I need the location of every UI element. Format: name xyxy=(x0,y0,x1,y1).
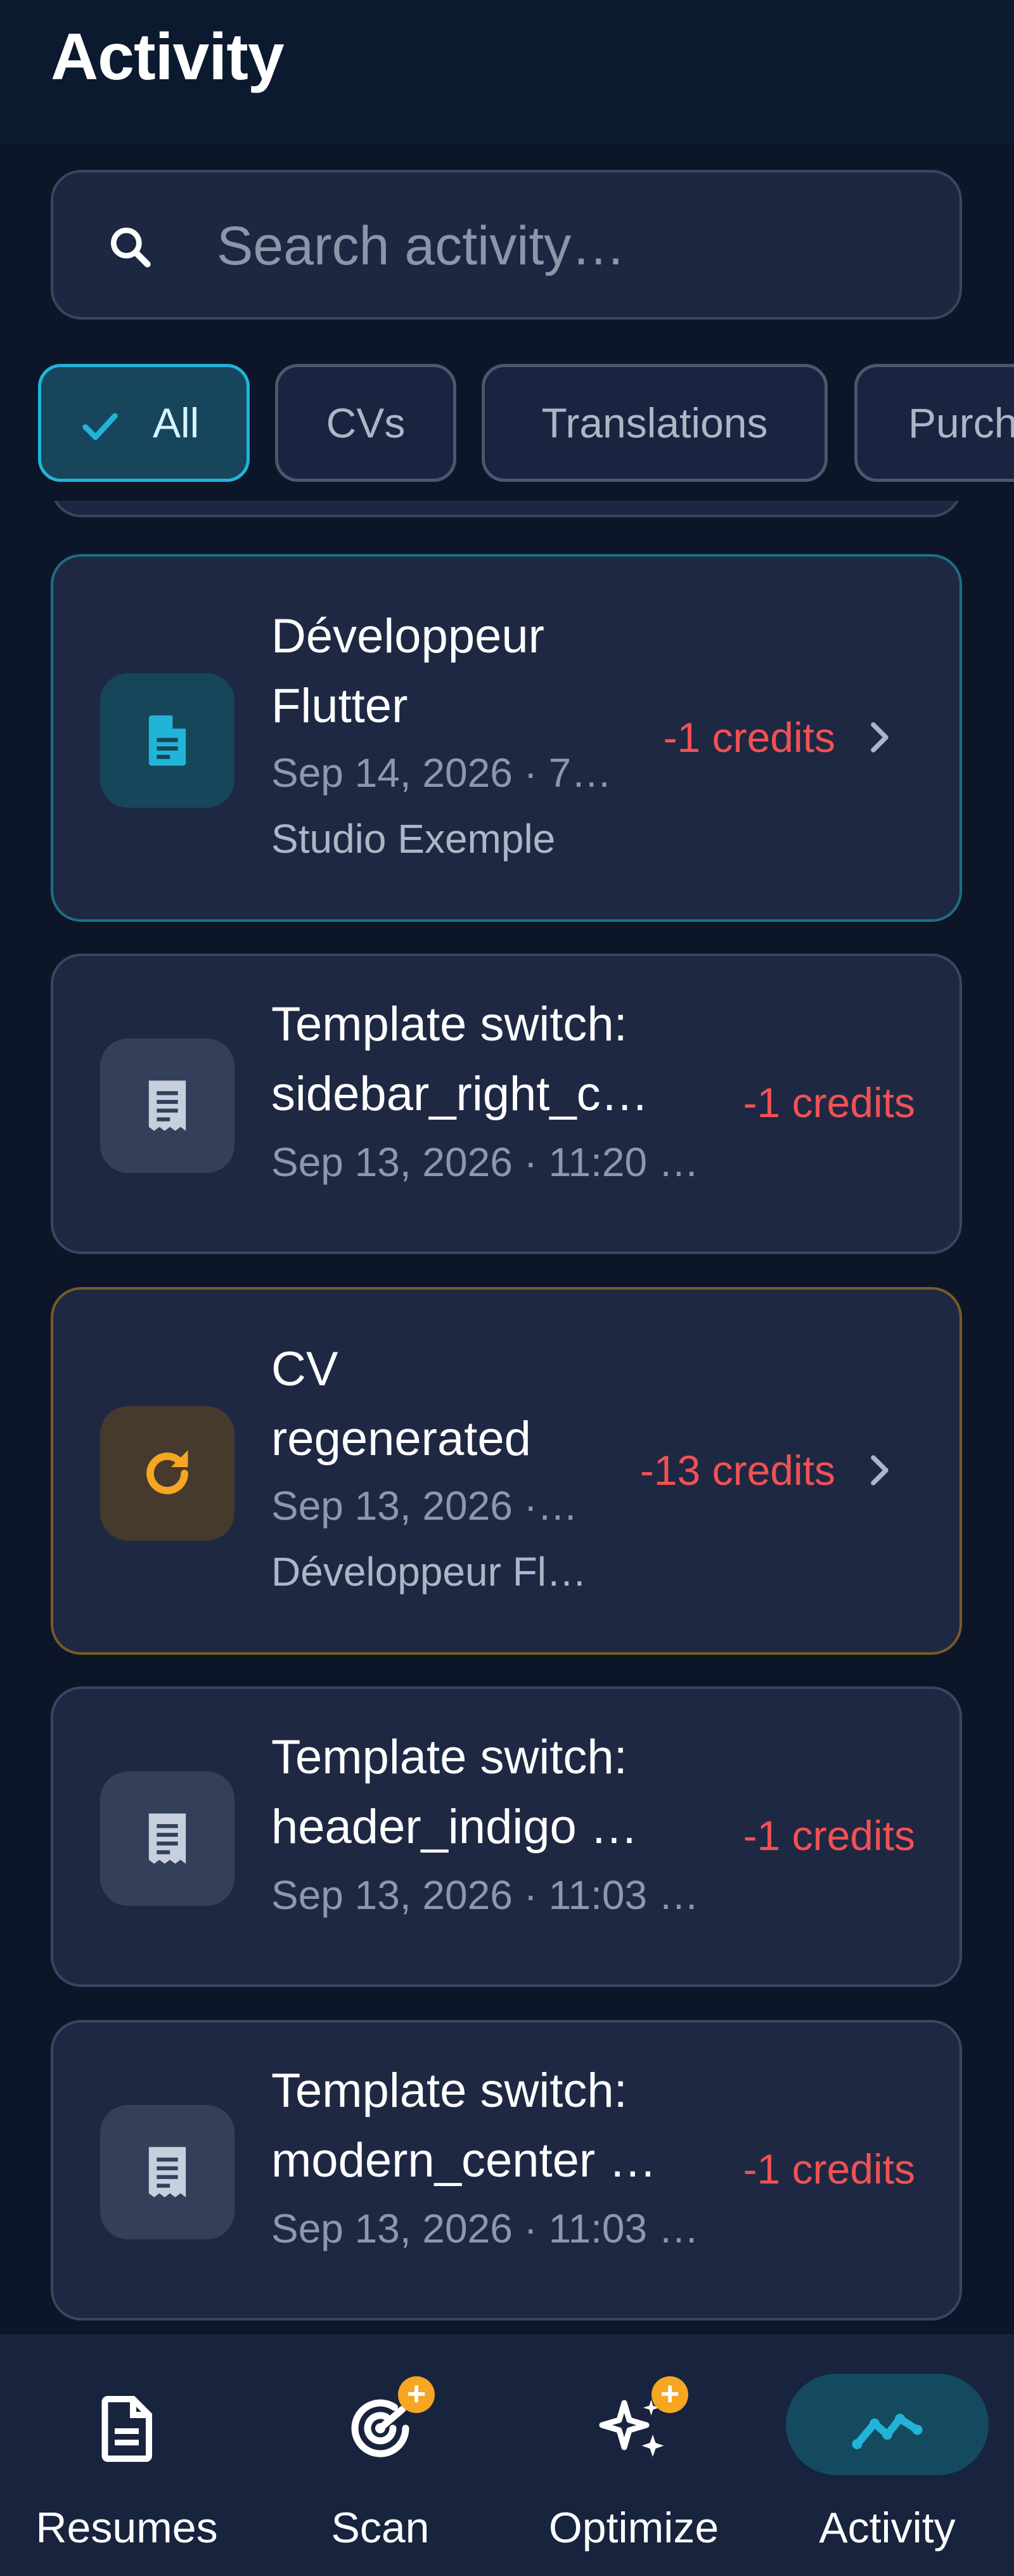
activity-icon xyxy=(100,2105,234,2239)
activity-card[interactable]: Développeur Flutter Sep 14, 2026 · 7:… S… xyxy=(51,554,962,922)
receipt-icon xyxy=(148,1080,186,1131)
filter-chip-cvs[interactable]: CVs xyxy=(275,364,456,482)
refresh-icon xyxy=(146,1450,188,1494)
chevron-right-icon xyxy=(871,722,889,753)
activity-date: Sep 13, 2026 · 11:03 … xyxy=(271,1872,699,1918)
activity-date: Sep 13, 2026 · 1… xyxy=(271,1483,588,1529)
activity-title: Flutter xyxy=(271,679,408,733)
receipt-icon xyxy=(148,2147,186,2197)
activity-icon xyxy=(100,1406,234,1541)
app-header: Activity xyxy=(0,0,1014,143)
activity-subtitle: Studio Exemple xyxy=(271,816,556,862)
check-icon xyxy=(82,413,118,440)
credits-amount: -1 credits xyxy=(663,714,835,761)
search-box[interactable] xyxy=(51,170,962,320)
activity-title: Template switch: xyxy=(271,2064,627,2118)
trend-line-icon xyxy=(852,2414,923,2449)
activity-title: sidebar_right_c… xyxy=(271,1067,649,1121)
activity-date: Sep 14, 2026 · 7:… xyxy=(271,750,613,796)
activity-card[interactable]: Template switch: sidebar_right_c… Sep 13… xyxy=(51,954,962,1254)
activity-icon xyxy=(100,673,234,808)
activity-card[interactable]: CV regenerated Sep 13, 2026 · 1… Dévelop… xyxy=(51,1287,962,1655)
activity-title: header_indigo … xyxy=(271,1800,638,1854)
activity-card[interactable]: Template switch: modern_center … Sep 13,… xyxy=(51,2020,962,2320)
filter-chip-label: Translations xyxy=(541,399,768,446)
activity-title: CV xyxy=(271,1342,338,1396)
credits-amount: -1 credits xyxy=(743,1812,915,1859)
activity-title: Template switch: xyxy=(271,997,627,1051)
search-icon xyxy=(111,228,151,268)
nav-label: Scan xyxy=(331,2504,430,2552)
nav-item-resumes[interactable]: Resumes xyxy=(0,2334,254,2576)
filter-chip-purchases[interactable]: Purch xyxy=(854,364,1014,482)
bottom-nav: Resumes + Scan + Optimize Activity xyxy=(0,2334,1014,2576)
nav-label: Activity xyxy=(819,2504,956,2552)
document-icon xyxy=(148,715,186,766)
activity-title: regenerated xyxy=(271,1412,531,1466)
page-title: Activity xyxy=(51,20,285,94)
nav-badge: + xyxy=(651,2376,688,2413)
activity-title: Développeur xyxy=(271,609,544,663)
filter-chip-all[interactable]: All xyxy=(38,364,250,482)
document-icon xyxy=(101,2396,152,2462)
nav-label: Optimize xyxy=(548,2504,719,2552)
activity-date: Sep 13, 2026 · 11:03 … xyxy=(271,2206,699,2251)
filter-chips: All CVs Translations Purch xyxy=(0,364,1014,484)
chevron-right-icon xyxy=(871,1455,889,1485)
activity-date: Sep 13, 2026 · 11:20 … xyxy=(271,1139,699,1185)
credits-amount: -1 credits xyxy=(743,1079,915,1126)
activity-card[interactable]: Template switch: header_indigo … Sep 13,… xyxy=(51,1686,962,1987)
filter-chip-label: Purch xyxy=(908,399,1014,446)
filter-chip-translations[interactable]: Translations xyxy=(482,364,828,482)
nav-item-optimize[interactable]: + Optimize xyxy=(507,2334,760,2576)
nav-badge: + xyxy=(398,2376,435,2413)
activity-icon xyxy=(100,1771,234,1906)
nav-item-activity[interactable]: Activity xyxy=(760,2334,1014,2576)
activity-title: Template switch: xyxy=(271,1730,627,1784)
list-item[interactable] xyxy=(51,501,962,517)
filter-chip-label: All xyxy=(153,399,200,446)
search-input[interactable] xyxy=(217,203,914,289)
credits-amount: -13 credits xyxy=(639,1447,835,1494)
credits-amount: -1 credits xyxy=(743,2146,915,2192)
nav-label: Resumes xyxy=(35,2504,218,2552)
activity-list: Développeur Flutter Sep 14, 2026 · 7:… S… xyxy=(0,501,1014,2333)
receipt-icon xyxy=(148,1813,186,1864)
activity-title: modern_center … xyxy=(271,2133,657,2187)
activity-subtitle: Développeur Fl… xyxy=(271,1549,587,1595)
activity-icon xyxy=(100,1039,234,1173)
nav-item-scan[interactable]: + Scan xyxy=(254,2334,507,2576)
filter-chip-label: CVs xyxy=(326,399,406,446)
